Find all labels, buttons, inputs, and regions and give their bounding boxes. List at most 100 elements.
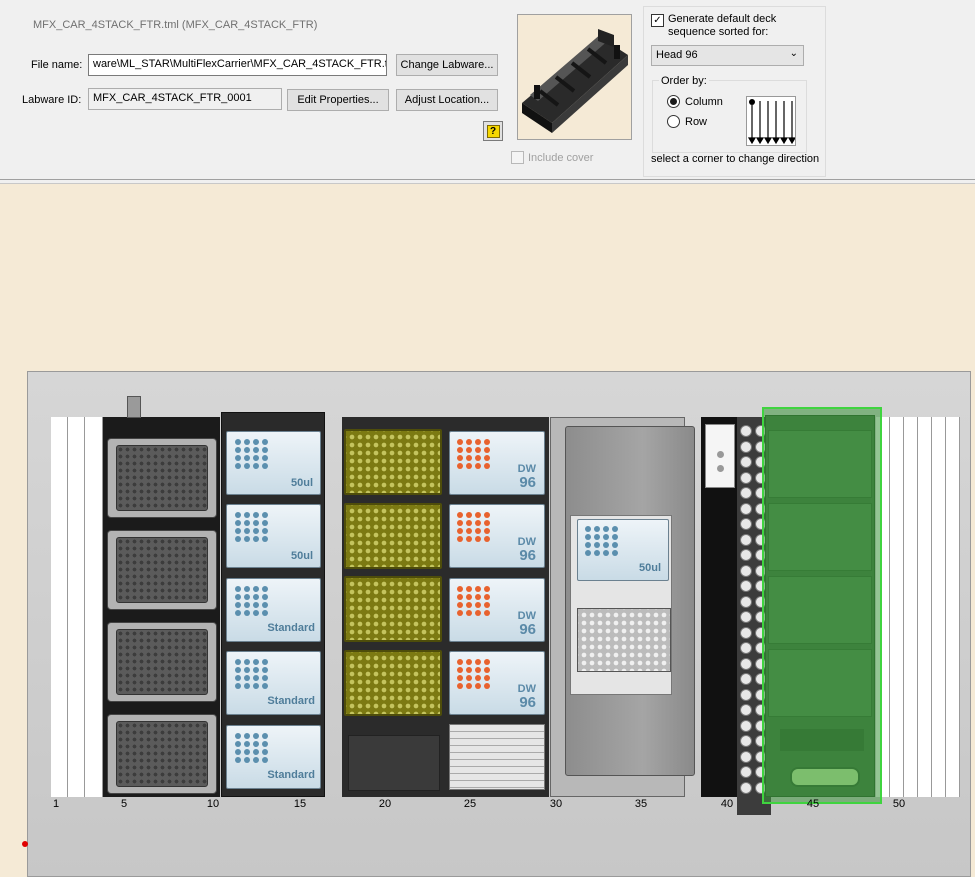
tube-position[interactable] [740, 719, 752, 732]
tube-position[interactable] [740, 580, 752, 592]
tube-position[interactable] [740, 564, 752, 577]
tube-position[interactable] [740, 595, 752, 608]
plate-label: 50ul [290, 477, 313, 489]
sequence-direction-selector[interactable] [746, 96, 797, 146]
narrow-carrier-slot [705, 424, 735, 488]
carrier-3d-icon [522, 29, 628, 133]
include-cover-option[interactable]: Include cover [511, 151, 593, 164]
tube-position[interactable] [740, 471, 752, 484]
order-column-label: Column [685, 95, 723, 108]
head-select[interactable]: Head 96 ⌄ [651, 45, 804, 66]
deck-rails-right [876, 417, 960, 797]
generate-sequence-checkbox[interactable]: ✓ [651, 14, 664, 27]
wells-icon [585, 526, 619, 556]
dw-96-label: 96 [519, 694, 536, 711]
tube-position[interactable] [740, 549, 752, 561]
labware-file-title: MFX_CAR_4STACK_FTR.tml (MFX_CAR_4STACK_F… [33, 19, 318, 31]
tube-position[interactable] [740, 487, 752, 499]
track-number: 50 [892, 798, 906, 810]
change-labware-button[interactable]: Change Labware... [396, 54, 498, 76]
labware-id-field[interactable]: MFX_CAR_4STACK_FTR_0001 [88, 88, 282, 110]
tube-position[interactable] [740, 456, 752, 468]
yellow-96-plate-1[interactable] [344, 429, 442, 495]
generate-sequence-option[interactable]: ✓ Generate default deck sequence sorted … [651, 13, 776, 39]
yellow-96-plate-4[interactable] [344, 650, 442, 716]
grey-96-plate[interactable] [577, 608, 671, 672]
plate-50ul-2[interactable]: 50ul [226, 504, 321, 568]
adjust-location-button[interactable]: Adjust Location... [396, 89, 498, 111]
dw96-plate-1[interactable]: DW 96 [449, 431, 545, 495]
dw-96-label: 96 [519, 621, 536, 638]
tube-position[interactable] [740, 657, 752, 670]
stack-position-4[interactable] [107, 714, 217, 794]
track-number: 10 [206, 798, 220, 810]
tube-position[interactable] [740, 502, 752, 515]
order-row-radio[interactable] [667, 115, 680, 128]
generate-sequence-label-line2: sequence sorted for: [668, 26, 769, 38]
tube-position[interactable] [740, 750, 752, 763]
track-number: 1 [52, 798, 60, 810]
plate-standard-1[interactable]: Standard [226, 578, 321, 642]
carrier-handle [127, 396, 141, 418]
plate-label: 50ul [290, 550, 313, 562]
empty-position[interactable] [348, 735, 440, 791]
wells-icon [235, 659, 269, 689]
include-cover-label: Include cover [528, 151, 594, 164]
deck-origin-marker [22, 841, 28, 847]
plate-label: 50ul [638, 562, 661, 574]
wells-icon [235, 733, 269, 763]
question-mark-icon: ? [486, 124, 500, 138]
wells-icon [457, 586, 491, 616]
file-name-field[interactable]: ware\ML_STAR\MultiFlexCarrier\MFX_CAR_4S… [88, 54, 387, 76]
tube-position[interactable] [740, 518, 752, 530]
yellow-96-plate-3[interactable] [344, 576, 442, 642]
dw96-plate-4[interactable]: DW 96 [449, 651, 545, 715]
order-column-option[interactable]: Column [667, 95, 723, 108]
tube-position[interactable] [740, 611, 752, 623]
help-button[interactable]: ? [483, 121, 503, 141]
tube-position[interactable] [740, 735, 752, 747]
wells-icon [235, 512, 269, 542]
tube-position[interactable] [740, 704, 752, 716]
order-column-radio[interactable] [667, 95, 680, 108]
order-row-label: Row [685, 115, 708, 128]
tube-position[interactable] [740, 766, 752, 778]
stack-position-3[interactable] [107, 622, 217, 702]
tube-position[interactable] [740, 642, 752, 654]
deck-rails-left [51, 417, 103, 797]
chevron-down-icon: ⌄ [789, 48, 798, 59]
wells-icon [235, 586, 269, 616]
stack-position-2[interactable] [107, 530, 217, 610]
tube-position[interactable] [740, 440, 752, 453]
tube-position[interactable] [740, 673, 752, 685]
stack-position-1[interactable] [107, 438, 217, 518]
plate-label: Standard [267, 622, 315, 634]
tube-position[interactable] [740, 425, 752, 437]
yellow-96-plate-2[interactable] [344, 503, 442, 569]
wells-icon [235, 439, 269, 469]
column-direction-arrows-icon [747, 99, 797, 145]
plate-50ul-1[interactable]: 50ul [226, 431, 321, 495]
plate-standard-3[interactable]: Standard [226, 725, 321, 789]
track-number: 15 [293, 798, 307, 810]
reagent-trough[interactable] [449, 724, 545, 790]
track-number: 20 [378, 798, 392, 810]
dw96-plate-3[interactable]: DW 96 [449, 578, 545, 642]
tube-position[interactable] [740, 626, 752, 639]
plate-label: Standard [267, 695, 315, 707]
selected-labware-highlight[interactable] [762, 407, 882, 804]
tube-position[interactable] [740, 533, 752, 546]
tube-position[interactable] [740, 688, 752, 701]
head-select-value: Head 96 [656, 49, 698, 61]
plate-50ul-center[interactable]: 50ul [577, 519, 669, 581]
edit-properties-button[interactable]: Edit Properties... [287, 89, 389, 111]
dw-96-label: 96 [519, 547, 536, 564]
labware-id-label: Labware ID: [22, 94, 82, 106]
tube-position[interactable] [740, 781, 752, 794]
order-row-option[interactable]: Row [667, 115, 707, 128]
dw96-plate-2[interactable]: DW 96 [449, 504, 545, 568]
track-number: 40 [720, 798, 734, 810]
plate-standard-2[interactable]: Standard [226, 651, 321, 715]
include-cover-checkbox[interactable] [511, 151, 524, 164]
track-number: 35 [634, 798, 648, 810]
